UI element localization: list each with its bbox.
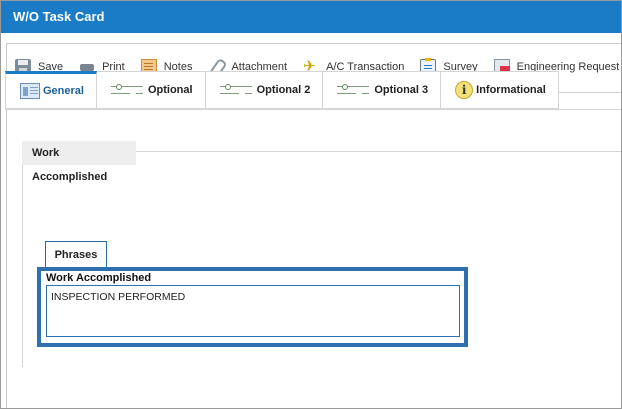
section-divider <box>136 151 621 152</box>
info-icon: i <box>455 81 474 99</box>
section-title: Work Accomplished <box>22 141 136 183</box>
tab-optional-2-label: Optional 2 <box>256 84 311 96</box>
tab-informational[interactable]: i Informational <box>441 71 559 109</box>
sliders-icon <box>110 82 145 98</box>
form-icon <box>20 83 40 99</box>
tab-divider <box>5 109 621 110</box>
tab-strip: General Optional Optional 2 Optional 3 i… <box>5 71 559 109</box>
sliders-icon <box>337 82 371 98</box>
tab-optional-3[interactable]: Optional 3 <box>323 71 442 109</box>
tab-optional-2[interactable]: Optional 2 <box>205 71 324 109</box>
task-card-window: W/O Task Card Save Print Notes Attachmen… <box>0 0 622 409</box>
tab-general-label: General <box>43 85 84 97</box>
work-accomplished-label: Work Accomplished <box>46 272 152 284</box>
tab-optional-label: Optional <box>147 84 193 96</box>
work-accomplished-input[interactable]: INSPECTION PERFORMED <box>46 285 460 337</box>
phrases-button[interactable]: Phrases <box>45 241 107 267</box>
sliders-icon <box>219 82 254 98</box>
tab-optional[interactable]: Optional <box>96 71 206 109</box>
tab-informational-label: Informational <box>476 84 546 96</box>
tab-optional-3-label: Optional 3 <box>374 84 429 96</box>
tab-general[interactable]: General <box>5 71 97 109</box>
window-title: W/O Task Card <box>1 1 621 33</box>
